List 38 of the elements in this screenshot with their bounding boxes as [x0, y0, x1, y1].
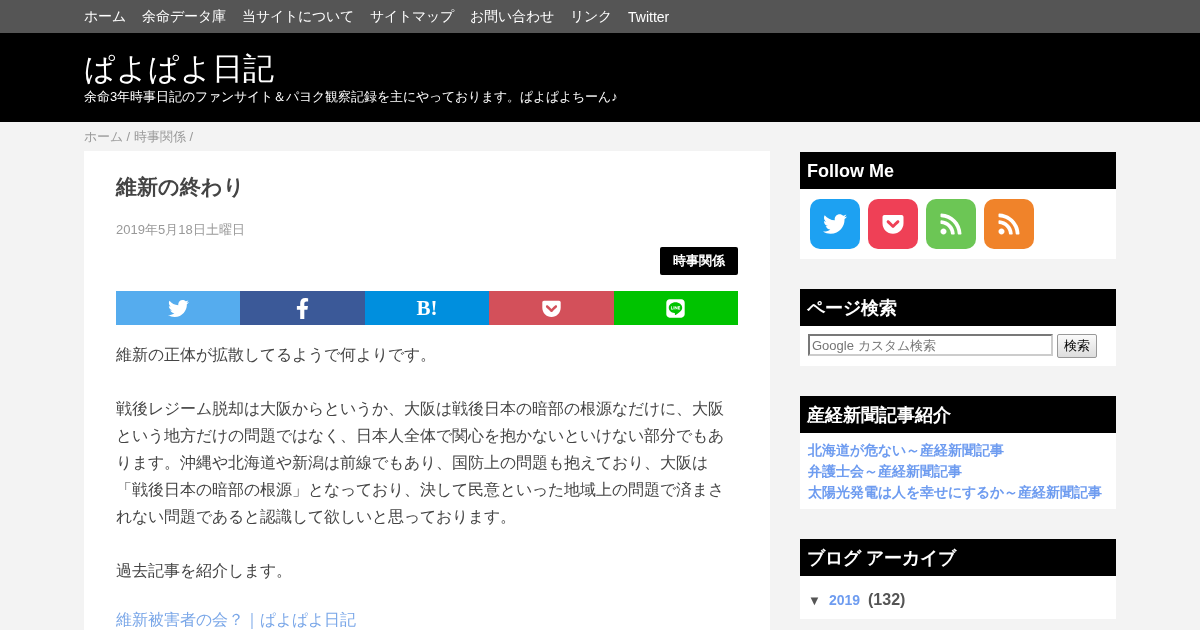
search-button[interactable]: 検索 — [1057, 334, 1097, 358]
hatena-share-button[interactable]: B! — [364, 291, 490, 325]
rss-icon — [939, 212, 963, 236]
twitter-icon — [167, 297, 189, 319]
nav-link[interactable]: ホーム — [84, 7, 126, 26]
pocket-icon — [881, 212, 905, 236]
site-title[interactable]: ぱよぱよ日記 — [84, 51, 274, 87]
search-field[interactable]: Google カスタム検索 — [808, 334, 1053, 356]
post-title: 維新の終わり — [116, 174, 246, 200]
pocket-share-button[interactable] — [489, 291, 614, 325]
twitter-button[interactable] — [810, 199, 860, 249]
rss-button[interactable] — [926, 199, 976, 249]
nav-link[interactable]: リンク — [570, 7, 612, 26]
breadcrumb: ホーム / 時事関係 / — [84, 128, 195, 146]
paragraph: 戦後レジーム脱却は大阪からというか、大阪は戦後日本の暗部の根源なだけに、大阪という地方だけの問題ではなく、日本人全体で関心を抱かないといけない部分でもあります。沖縄や北海道や新潟は前線でもあり、国防上の問題も抱えており、大阪は「戦後日本の暗部の根源」となっており、決して民意といった地域上の問題で済まされない問題であると認識して欲しいと思っております。 — [116, 399, 725, 527]
site-tagline: 余命3年時事日記のファンサイト＆パヨク観察記録を主にやっております。ぱよぱよちーん♪ — [84, 88, 619, 106]
nav-link[interactable]: お問い合わせ — [470, 7, 554, 26]
paragraph: 維新の正体が拡散してるようで何よりです。 — [116, 345, 437, 365]
widget-title: ページ検索 — [800, 289, 1116, 326]
post-date: 2019年5月18日土曜日 — [116, 221, 246, 239]
nav-link[interactable]: 当サイトについて — [242, 7, 354, 26]
nav-link[interactable]: サイトマップ — [370, 7, 454, 26]
twitter-icon — [823, 212, 847, 236]
category-label[interactable]: 時事関係 — [660, 247, 738, 275]
rss-button[interactable] — [984, 199, 1034, 249]
widget-title: ブログ アーカイブ — [800, 539, 1116, 576]
rss-icon — [997, 212, 1021, 236]
collapse-toggle[interactable]: ▼ — [808, 592, 821, 608]
post-count: (132) — [868, 591, 906, 609]
paragraph: 過去記事を紹介します。 — [116, 561, 293, 581]
line-icon — [665, 297, 687, 319]
facebook-share-button[interactable] — [240, 291, 365, 325]
pocket-button[interactable] — [868, 199, 918, 249]
line-share-button[interactable] — [613, 291, 739, 325]
widget-title: 産経新聞記事紹介 — [800, 396, 1116, 433]
nav-link[interactable]: 余命データ庫 — [142, 7, 226, 26]
widget-title: Follow Me — [800, 152, 1116, 189]
nav-link[interactable]: Twitter — [628, 8, 670, 25]
